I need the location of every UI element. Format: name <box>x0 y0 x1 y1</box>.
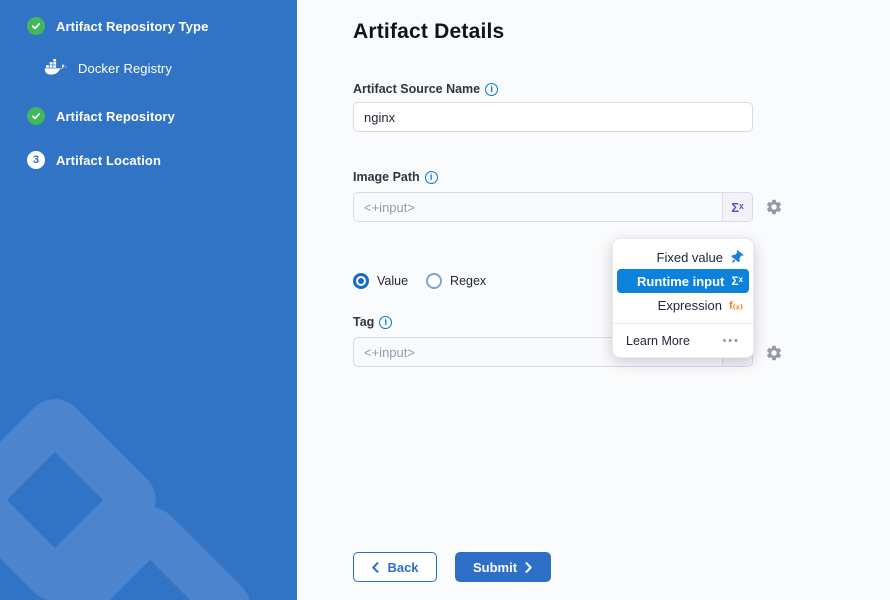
menu-item-label: Runtime input <box>637 274 724 289</box>
menu-item-runtime-input[interactable]: Runtime input Σˣ <box>617 269 749 293</box>
radio-label: Value <box>377 274 408 288</box>
radio-regex[interactable]: Regex <box>426 273 486 289</box>
image-path-input-group: Σˣ <box>353 192 753 222</box>
submit-button-label: Submit <box>473 560 517 575</box>
info-icon[interactable]: i <box>379 316 392 329</box>
value-regex-radio-group: Value Regex <box>353 273 486 289</box>
radio-unselected-icon[interactable] <box>426 273 442 289</box>
page-title: Artifact Details <box>353 20 504 44</box>
menu-item-fixed-value[interactable]: Fixed value <box>613 245 753 269</box>
radio-value[interactable]: Value <box>353 273 408 289</box>
field-label-text: Tag <box>353 315 374 329</box>
back-button[interactable]: Back <box>353 552 437 582</box>
image-path-input[interactable] <box>354 193 722 221</box>
submit-button[interactable]: Submit <box>455 552 551 582</box>
field-label-text: Image Path <box>353 170 420 184</box>
runtime-input-sigma-button[interactable]: Σˣ <box>722 193 752 221</box>
fx-icon: f₍ₓ₎ <box>729 299 743 312</box>
menu-item-label: Fixed value <box>657 250 723 265</box>
menu-footer: Learn More ••• <box>613 324 753 357</box>
chevron-left-icon <box>371 562 380 573</box>
radio-selected-icon[interactable] <box>353 273 369 289</box>
menu-item-expression[interactable]: Expression f₍ₓ₎ <box>613 293 753 317</box>
step-label: Artifact Repository <box>56 109 175 124</box>
runtime-type-dropdown-menu: Fixed value Runtime input Σˣ Expression … <box>612 238 754 358</box>
back-button-label: Back <box>387 560 418 575</box>
gear-icon[interactable] <box>765 344 783 362</box>
wizard-sidebar: Artifact Repository Type Docker Registry… <box>0 0 297 600</box>
step-label: Docker Registry <box>78 61 172 76</box>
learn-more-link[interactable]: Learn More <box>626 334 690 348</box>
step-label: Artifact Location <box>56 153 161 168</box>
info-icon[interactable]: i <box>485 83 498 96</box>
sidebar-substep-docker-registry[interactable]: Docker Registry <box>44 59 172 78</box>
sidebar-step-artifact-repository-type[interactable]: Artifact Repository Type <box>27 17 208 35</box>
docker-whale-icon <box>44 59 69 78</box>
tag-label: Tag i <box>353 315 392 329</box>
chevron-right-icon <box>524 562 533 573</box>
sigma-icon: Σˣ <box>731 274 743 288</box>
radio-label: Regex <box>450 274 486 288</box>
check-icon <box>27 107 45 125</box>
artifact-source-name-input[interactable] <box>353 102 753 132</box>
gear-icon[interactable] <box>765 198 783 216</box>
pin-icon <box>730 251 743 264</box>
image-path-label: Image Path i <box>353 170 438 184</box>
menu-item-label: Expression <box>658 298 722 313</box>
more-options-dots-icon[interactable]: ••• <box>722 335 740 347</box>
info-icon[interactable]: i <box>425 171 438 184</box>
step-number-badge: 3 <box>27 151 45 169</box>
sidebar-step-artifact-location[interactable]: 3 Artifact Location <box>27 151 161 169</box>
artifact-source-name-label: Artifact Source Name i <box>353 82 498 96</box>
check-icon <box>27 17 45 35</box>
sidebar-step-artifact-repository[interactable]: Artifact Repository <box>27 107 175 125</box>
field-label-text: Artifact Source Name <box>353 82 480 96</box>
step-label: Artifact Repository Type <box>56 19 208 34</box>
